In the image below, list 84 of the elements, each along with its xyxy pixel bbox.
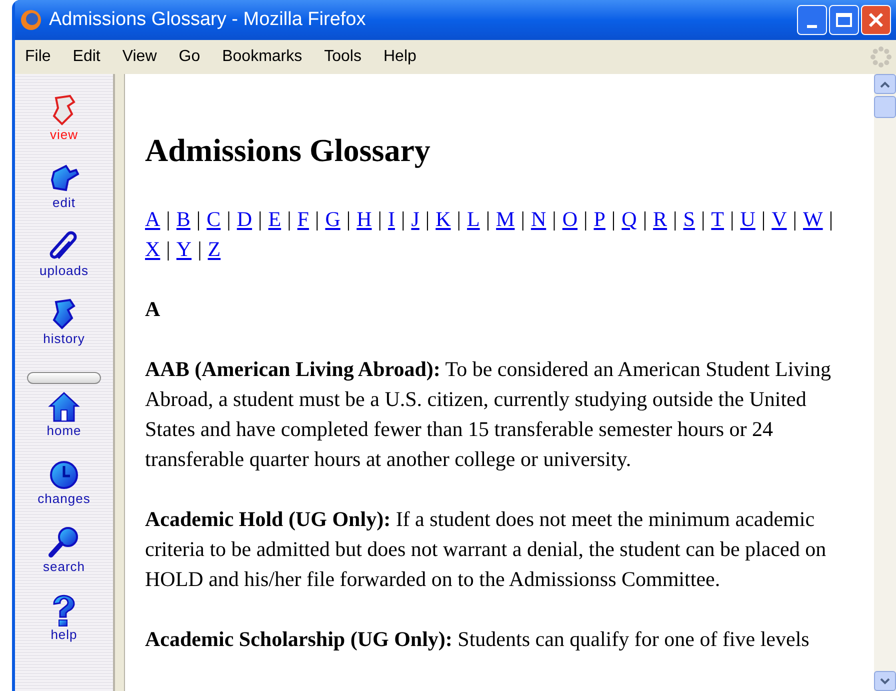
letter-link[interactable]: S [683,207,695,231]
letter-link[interactable]: Y [176,237,192,261]
section-heading: A [145,296,162,323]
link-separator: | [551,207,558,231]
link-separator: | [165,207,172,231]
link-separator: | [314,207,320,231]
letter-link[interactable]: G [325,207,340,231]
link-separator: | [700,207,706,231]
letter-link[interactable]: X [145,237,160,261]
link-separator: | [226,207,232,231]
letter-link[interactable]: O [562,207,578,231]
scroll-up-button[interactable] [874,74,896,94]
letter-link[interactable]: K [436,207,451,231]
sidebar-item[interactable]: history [43,298,85,366]
browser-logo-icon [20,9,42,31]
throbber-icon [870,46,892,68]
menu-item[interactable]: Go [178,45,200,69]
link-separator: | [376,207,383,231]
search-icon [48,526,80,560]
sidebar-item[interactable]: edit [48,162,80,230]
letter-link[interactable]: B [176,207,190,231]
letter-link[interactable]: D [236,207,252,231]
glossary-entry: AAB (American Living Abroad): To be considered an American Student Living Abroad, a student must be a U.S. citizen, currently studying outside the United States and have completed fewer than 15 transferable semester hours or 24 transferable quarter hours at another college or university. [145,356,832,473]
letter-link[interactable]: R [653,207,668,231]
link-separator: | [257,207,264,231]
link-separator: | [520,207,526,231]
letter-link[interactable]: Z [208,237,221,261]
link-separator: | [400,207,406,231]
sidebar-item[interactable]: uploads [39,230,89,298]
menu-item[interactable]: View [122,45,157,69]
link-separator: | [286,207,292,231]
menu-item[interactable]: Bookmarks [222,45,302,69]
letter-link[interactable]: F [297,207,309,231]
close-icon [868,12,884,28]
minimize-button[interactable] [797,5,827,35]
clock-icon [48,458,80,492]
letter-link[interactable]: J [411,207,420,231]
letter-link[interactable]: C [206,207,221,231]
letter-link[interactable]: Q [622,207,637,231]
menu-item[interactable]: Tools [324,45,362,69]
letter-link[interactable]: A [145,207,160,231]
letter-link[interactable]: T [711,207,724,231]
letter-link[interactable]: E [268,207,282,231]
letter-link[interactable]: H [356,207,372,231]
page-heading: Admissions Glossary [145,131,432,170]
link-separator: | [610,207,617,231]
menu-item[interactable]: Help [383,45,416,69]
link-separator: | [456,207,462,231]
menu-item[interactable]: File [25,45,51,69]
menu-item[interactable]: Edit [72,45,100,69]
link-separator: | [195,207,202,231]
link-separator: | [729,207,736,231]
glossary-entry: Academic Scholarship (UG Only): Students can qualify for one of five levels [145,626,810,653]
link-separator: | [424,207,431,231]
link-separator: | [582,207,589,231]
letter-link[interactable]: U [740,207,756,231]
link-separator: | [828,207,834,231]
letter-link[interactable]: P [594,207,606,231]
sidebar-item[interactable]: view [48,94,80,162]
link-separator: | [792,207,798,231]
link-separator: | [165,237,172,261]
sidebar-item[interactable]: search [42,526,86,594]
scroll-down-button[interactable] [874,671,896,691]
sidebar-item[interactable]: home [46,390,82,458]
close-button[interactable] [861,5,891,35]
link-separator: | [760,207,767,231]
letter-link[interactable]: W [803,207,823,231]
maximize-button[interactable] [829,5,859,35]
home-icon [48,390,80,424]
link-separator: | [642,207,648,231]
link-separator: | [484,207,492,231]
letter-link[interactable]: I [388,207,395,231]
letter-link[interactable]: L [467,207,480,231]
letter-link[interactable]: M [496,207,515,231]
link-separator: | [196,237,203,261]
scroll-thumb[interactable] [874,96,896,118]
sidebar-item[interactable]: help [48,594,80,662]
letter-link[interactable]: V [772,207,787,231]
sidebar-item[interactable]: changes [38,458,90,526]
link-separator: | [345,207,352,231]
glossary-entry: Academic Hold (UG Only): If a student does not meet the minimum academic criteria to be admitted but does not warrant a denial, the student can be placed on HOLD and his/her file forwarded on to the Admissionss Committee. [145,506,828,593]
letter-link[interactable]: N [530,207,546,231]
link-separator: | [672,207,678,231]
window-title: Admissions Glossary - Mozilla Firefox [49,8,366,32]
